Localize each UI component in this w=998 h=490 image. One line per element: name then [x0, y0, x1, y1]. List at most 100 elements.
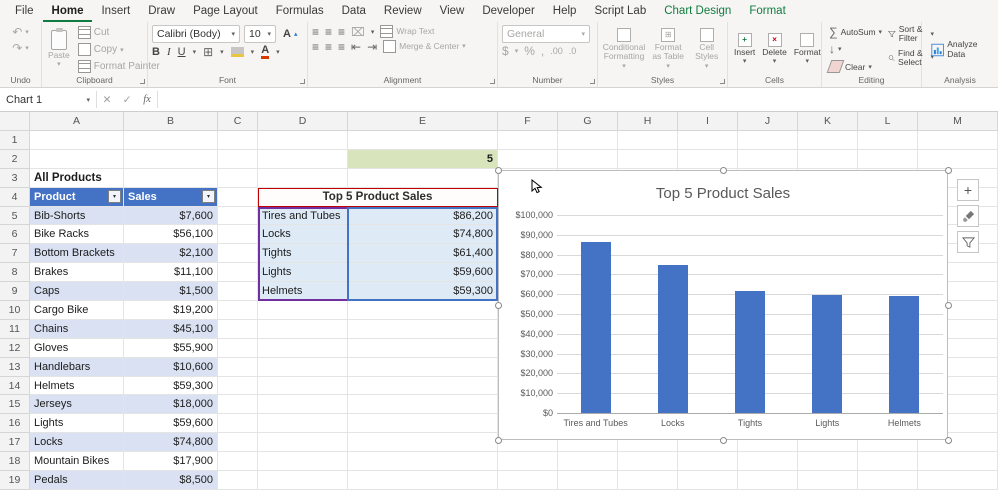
chart-title[interactable]: Top 5 Product Sales: [499, 185, 947, 202]
tab-help[interactable]: Help: [544, 0, 586, 22]
table-header-sales[interactable]: Sales▾: [124, 188, 218, 207]
tab-data[interactable]: Data: [333, 0, 375, 22]
cell-C1[interactable]: [218, 131, 258, 150]
orientation-button[interactable]: ⌧: [351, 26, 365, 38]
cell-K19[interactable]: [798, 471, 858, 490]
align-bottom-button[interactable]: ≡: [338, 26, 345, 38]
row-header-16[interactable]: 16: [0, 414, 30, 433]
cell-B1[interactable]: [124, 131, 218, 150]
cell-E9[interactable]: $59,300: [348, 282, 498, 301]
increase-indent-button[interactable]: ⇥: [367, 41, 377, 53]
tab-format[interactable]: Format: [740, 0, 794, 22]
tab-home[interactable]: Home: [43, 0, 93, 22]
cell-E15[interactable]: [348, 395, 498, 414]
cell-E1[interactable]: [348, 131, 498, 150]
col-header-G[interactable]: G: [558, 112, 618, 131]
fill-color-button[interactable]: [231, 47, 244, 57]
cell-A9[interactable]: Caps: [30, 282, 124, 301]
table-header-product[interactable]: Product▾: [30, 188, 124, 207]
insert-cells-button[interactable]: + Insert▾: [732, 32, 757, 68]
cell-E19[interactable]: [348, 471, 498, 490]
cell-styles-button[interactable]: Cell Styles▾: [690, 27, 723, 73]
cell-L18[interactable]: [858, 452, 918, 471]
cell-I18[interactable]: [678, 452, 738, 471]
cell-C11[interactable]: [218, 320, 258, 339]
tab-file[interactable]: File: [6, 0, 43, 22]
name-box-dropdown-icon[interactable]: ▾: [86, 96, 90, 104]
styles-dialog-launcher[interactable]: [720, 79, 725, 84]
row-header-4[interactable]: 4: [0, 188, 30, 207]
cell-A15[interactable]: Jerseys: [30, 395, 124, 414]
cell-C19[interactable]: [218, 471, 258, 490]
cell-C15[interactable]: [218, 395, 258, 414]
row-header-10[interactable]: 10: [0, 301, 30, 320]
cell-D13[interactable]: [258, 358, 348, 377]
cell-B17[interactable]: $74,800: [124, 433, 218, 452]
cell-B2[interactable]: [124, 150, 218, 169]
cell-D3[interactable]: [258, 169, 348, 188]
cell-D6[interactable]: Locks: [258, 225, 348, 244]
cell-E12[interactable]: [348, 339, 498, 358]
clipboard-dialog-launcher[interactable]: [140, 79, 145, 84]
cell-G18[interactable]: [558, 452, 618, 471]
cell-E14[interactable]: [348, 377, 498, 396]
cell-E16[interactable]: [348, 414, 498, 433]
cell-L1[interactable]: [858, 131, 918, 150]
cell-F18[interactable]: [498, 452, 558, 471]
cell-A3[interactable]: All Products: [30, 169, 124, 188]
name-box[interactable]: Chart 1 ▾: [0, 88, 96, 111]
cell-C17[interactable]: [218, 433, 258, 452]
bold-button[interactable]: B: [152, 46, 160, 58]
col-header-E[interactable]: E: [348, 112, 498, 131]
cell-H19[interactable]: [618, 471, 678, 490]
cell-M2[interactable]: [918, 150, 998, 169]
col-header-M[interactable]: M: [918, 112, 998, 131]
font-name-combo[interactable]: Calibri (Body)▾: [152, 25, 240, 43]
tab-insert[interactable]: Insert: [92, 0, 139, 22]
row-header-2[interactable]: 2: [0, 150, 30, 169]
undo-button[interactable]: ↶▾: [9, 25, 32, 39]
cell-B8[interactable]: $11,100: [124, 263, 218, 282]
cell-M1[interactable]: [918, 131, 998, 150]
cell-H18[interactable]: [618, 452, 678, 471]
align-middle-button[interactable]: ≡: [325, 26, 332, 38]
cell-C9[interactable]: [218, 282, 258, 301]
decrease-indent-button[interactable]: ⇤: [351, 41, 361, 53]
filter-dropdown-button[interactable]: ▾: [108, 190, 121, 203]
cell-C7[interactable]: [218, 244, 258, 263]
tab-chart-design[interactable]: Chart Design: [655, 0, 740, 22]
cell-D16[interactable]: [258, 414, 348, 433]
cell-A19[interactable]: Pedals: [30, 471, 124, 490]
cell-D15[interactable]: [258, 395, 348, 414]
cell-L19[interactable]: [858, 471, 918, 490]
chart-resize-handle-ne[interactable]: [945, 167, 952, 174]
cell-C14[interactable]: [218, 377, 258, 396]
row-header-15[interactable]: 15: [0, 395, 30, 414]
cell-J19[interactable]: [738, 471, 798, 490]
conditional-formatting-button[interactable]: Conditional Formatting▾: [602, 27, 646, 73]
tab-formulas[interactable]: Formulas: [267, 0, 333, 22]
cell-E10[interactable]: [348, 301, 498, 320]
bar-locks[interactable]: [658, 265, 688, 413]
fill-button[interactable]: ↓▾: [826, 42, 885, 56]
bar-lights[interactable]: [812, 295, 842, 413]
cell-H1[interactable]: [618, 131, 678, 150]
paste-button[interactable]: Paste▾: [46, 29, 72, 71]
wrap-text-button[interactable]: Wrap Text: [380, 25, 434, 38]
row-header-18[interactable]: 18: [0, 452, 30, 471]
row-header-3[interactable]: 3: [0, 169, 30, 188]
cell-B9[interactable]: $1,500: [124, 282, 218, 301]
cell-D7[interactable]: Tights: [258, 244, 348, 263]
accounting-format-button[interactable]: $: [502, 45, 509, 57]
col-header-H[interactable]: H: [618, 112, 678, 131]
tab-page-layout[interactable]: Page Layout: [184, 0, 267, 22]
row-header-12[interactable]: 12: [0, 339, 30, 358]
filter-dropdown-button[interactable]: ▾: [202, 190, 215, 203]
cell-M19[interactable]: [918, 471, 998, 490]
cell-A5[interactable]: Bib-Shorts: [30, 207, 124, 226]
cell-D18[interactable]: [258, 452, 348, 471]
align-top-button[interactable]: ≡: [312, 26, 319, 38]
col-header-D[interactable]: D: [258, 112, 348, 131]
cell-J18[interactable]: [738, 452, 798, 471]
cell-B14[interactable]: $59,300: [124, 377, 218, 396]
